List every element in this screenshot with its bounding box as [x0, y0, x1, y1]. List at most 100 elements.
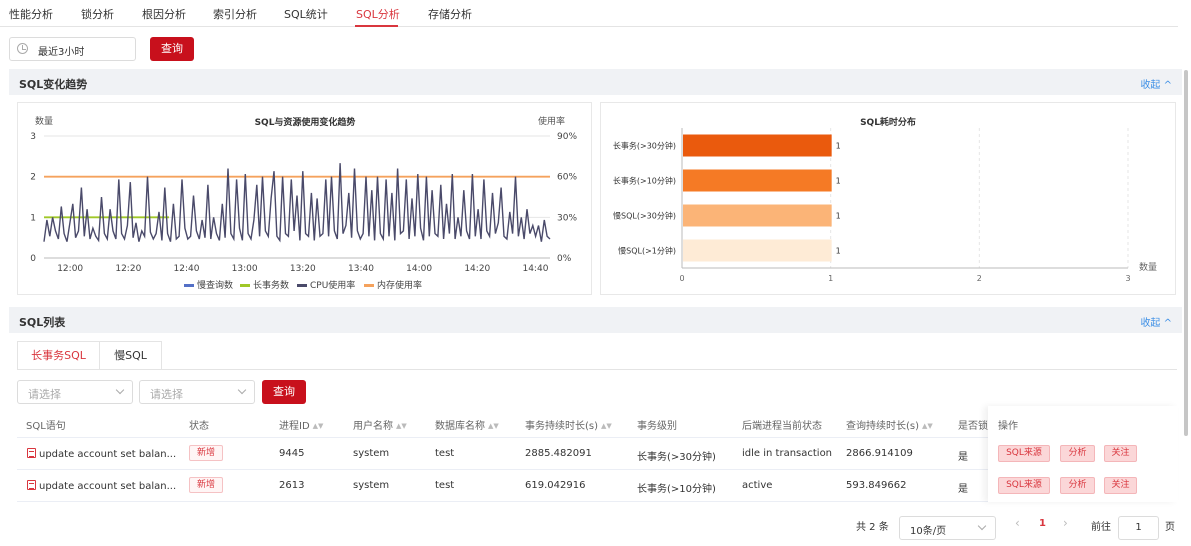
x-tick-label: 3: [1125, 274, 1130, 283]
trend-line-chart: SQL与资源使用变化趋势 数量 使用率 01230%30%60%90%12:00…: [30, 115, 577, 291]
tab-lock-analysis[interactable]: 锁分析: [81, 6, 114, 22]
page-scrollbar[interactable]: [1184, 70, 1188, 436]
follow-button[interactable]: 关注: [1104, 445, 1137, 462]
cell-locked: 是: [958, 484, 968, 495]
trend-section-header: SQL变化趋势 收起 ^: [9, 69, 1182, 95]
follow-button[interactable]: 关注: [1104, 477, 1137, 494]
cell-user: system: [353, 448, 390, 459]
sort-icon[interactable]: ▲▼: [396, 422, 407, 430]
legend-label: 内存使用率: [377, 279, 422, 291]
chevron-down-icon: [977, 521, 987, 531]
sql-text: update account set balan...: [39, 449, 177, 460]
tab-performance-analysis[interactable]: 性能分析: [9, 6, 53, 22]
x-tick-label: 14:20: [464, 264, 490, 274]
data-label: 1: [836, 212, 841, 221]
goto-page-input[interactable]: 1: [1118, 516, 1159, 540]
duration-chart-panel: SQL耗时分布 数量 0 1 2 3 长事务(>30分钟) 1 长事务(>10分钟) 1 慢S…: [600, 102, 1176, 295]
col-pid[interactable]: 进程ID ▲▼: [279, 417, 323, 432]
actions-column: 操作 SQL来源 分析 关注 SQL来源 分析 关注: [988, 406, 1178, 502]
sort-icon[interactable]: ▲▼: [488, 422, 499, 430]
cell-backend-state: idle in transaction: [742, 448, 833, 459]
x-axis-label: 数量: [1139, 261, 1157, 273]
col-label: 进程ID: [279, 421, 310, 432]
tab-root-cause-analysis[interactable]: 根因分析: [142, 6, 186, 22]
page-size-select[interactable]: 10条/页: [899, 516, 996, 540]
col-tx-level: 事务级别: [637, 421, 677, 432]
col-backend-state: 后端进程当前状态: [742, 421, 822, 432]
analyze-button[interactable]: 分析: [1060, 477, 1095, 494]
collapse-toggle[interactable]: 收起 ^: [1140, 314, 1172, 329]
tab-sql-analysis[interactable]: SQL分析: [356, 6, 400, 22]
filter-select-2[interactable]: 请选择: [139, 380, 255, 404]
x-tick-label: 0: [679, 274, 684, 283]
y-axis-label: 数量: [35, 115, 53, 127]
goto-label: 前往: [1091, 522, 1111, 533]
collapse-toggle[interactable]: 收起 ^: [1140, 76, 1172, 91]
filter-query-button[interactable]: 查询: [262, 380, 306, 404]
col-user[interactable]: 用户名称 ▲▼: [353, 417, 407, 432]
sql-statement-link[interactable]: update account set balan...: [27, 480, 176, 492]
col-tx-duration[interactable]: 事务持续时长(s) ▲▼: [525, 417, 612, 432]
chart-title: SQL与资源使用变化趋势: [255, 116, 356, 128]
section-title: SQL变化趋势: [19, 78, 88, 91]
x-tick-label: 14:00: [406, 264, 432, 274]
sql-statement-link[interactable]: update account set balan...: [27, 448, 176, 460]
col-label: 事务持续时长(s): [525, 421, 599, 432]
y2-tick-label: 30%: [557, 213, 577, 223]
tab-sql-statistics[interactable]: SQL统计: [284, 6, 328, 22]
top-tab-bar: 性能分析 锁分析 根因分析 索引分析 SQL统计 SQL分析 存储分析: [0, 0, 1178, 27]
col-query-duration[interactable]: 查询持续时长(s) ▲▼: [846, 417, 933, 432]
time-range-picker[interactable]: 最近3小时: [9, 37, 136, 61]
x-tick-label: 13:40: [348, 264, 374, 274]
page-number-current[interactable]: 1: [1039, 518, 1046, 529]
tab-index-analysis[interactable]: 索引分析: [213, 6, 257, 22]
sql-source-button[interactable]: SQL来源: [998, 445, 1050, 462]
cell-query-duration: 2866.914109: [846, 448, 913, 459]
y-tick-label: 0: [30, 254, 36, 264]
col-locked: 是否锁: [958, 421, 988, 432]
col-label: 查询持续时长(s): [846, 421, 920, 432]
bar: [683, 204, 832, 227]
prev-page-button[interactable]: ‹: [1015, 516, 1020, 530]
query-button[interactable]: 查询: [150, 37, 194, 61]
x-tick-label: 12:40: [174, 264, 200, 274]
filter-select-1[interactable]: 请选择: [17, 380, 133, 404]
y-tick-label: 2: [30, 173, 36, 183]
cell-query-duration: 593.849662: [846, 480, 907, 491]
time-range-value: 最近3小时: [38, 47, 85, 58]
category-label: 慢SQL(>30分钟): [613, 211, 676, 221]
cell-tx-duration: 619.042916: [525, 480, 586, 491]
data-label: 1: [836, 142, 841, 151]
col-sql: SQL语句: [26, 421, 66, 432]
y2-tick-label: 60%: [557, 173, 577, 183]
x-tick-label: 12:00: [57, 264, 83, 274]
col-database[interactable]: 数据库名称 ▲▼: [435, 417, 499, 432]
tab-storage-analysis[interactable]: 存储分析: [428, 6, 472, 22]
cell-tx-level: 长事务(>10分钟): [637, 484, 716, 495]
col-status: 状态: [189, 421, 209, 432]
tab-long-transaction-sql[interactable]: 长事务SQL: [17, 341, 100, 370]
sort-icon[interactable]: ▲▼: [922, 422, 933, 430]
tab-slow-sql[interactable]: 慢SQL: [99, 341, 162, 370]
cell-database: test: [435, 480, 455, 491]
next-page-button[interactable]: ›: [1063, 516, 1068, 530]
status-badge: 新增: [189, 477, 224, 493]
legend-label: 慢查询数: [197, 279, 233, 291]
category-label: 长事务(>10分钟): [613, 176, 676, 186]
sort-icon[interactable]: ▲▼: [601, 422, 612, 430]
cell-tx-duration: 2885.482091: [525, 448, 592, 459]
sql-source-button[interactable]: SQL来源: [998, 477, 1050, 494]
tabs-divider: [17, 369, 1177, 370]
col-label: 数据库名称: [435, 421, 485, 432]
y2-tick-label: 90%: [557, 132, 577, 142]
sort-icon[interactable]: ▲▼: [313, 422, 324, 430]
sql-text: update account set balan...: [39, 481, 177, 492]
col-label: 用户名称: [353, 421, 393, 432]
x-tick-label: 13:20: [290, 264, 316, 274]
document-icon: [27, 480, 36, 490]
cell-tx-level: 长事务(>30分钟): [637, 452, 716, 463]
analyze-button[interactable]: 分析: [1060, 445, 1095, 462]
category-label: 长事务(>30分钟): [613, 141, 676, 151]
legend-swatch: [184, 284, 194, 287]
select-placeholder: 请选择: [150, 388, 183, 401]
